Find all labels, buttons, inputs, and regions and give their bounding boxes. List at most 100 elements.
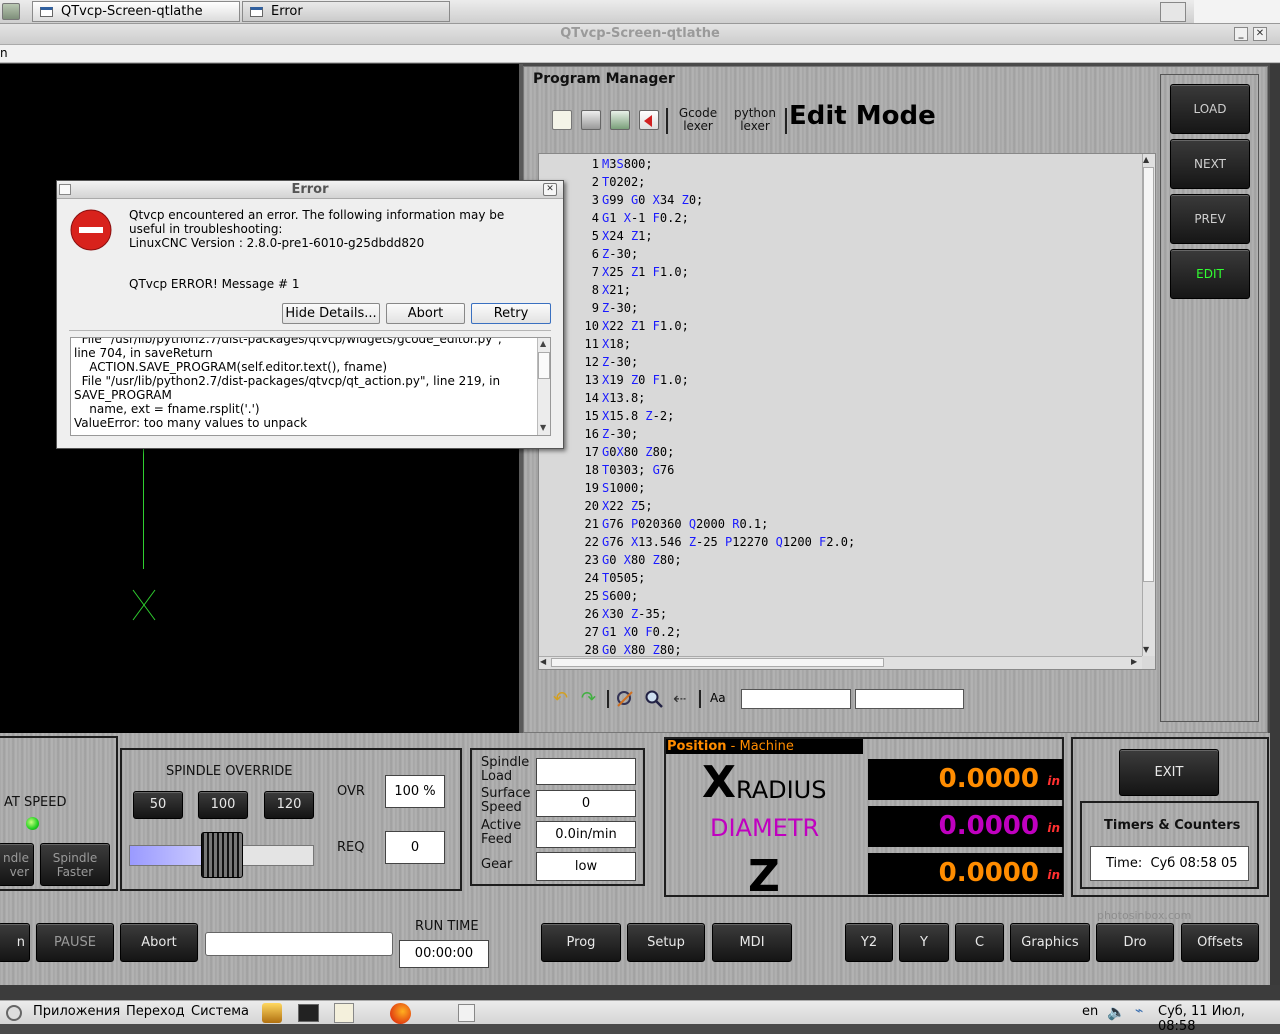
prev-button[interactable]: PREV <box>1170 194 1250 244</box>
code-line[interactable]: 19 S1000; <box>539 479 1145 497</box>
firefox-icon[interactable] <box>390 1003 411 1024</box>
keyboard-layout[interactable]: en <box>1082 1004 1098 1019</box>
dialog-close-icon[interactable]: ✕ <box>543 183 557 196</box>
edit-button[interactable]: EDIT <box>1170 249 1250 299</box>
code-line[interactable]: 14 X13.8; <box>539 389 1145 407</box>
code-line[interactable]: 5 X24 Z1; <box>539 227 1145 245</box>
cycle-start-button[interactable]: n <box>0 923 30 962</box>
hide-details-button[interactable]: Hide Details... <box>282 303 380 324</box>
code-line[interactable]: 1 M3S800; <box>539 155 1145 173</box>
code-line[interactable]: 26 X30 Z-35; <box>539 605 1145 623</box>
load-button[interactable]: LOAD <box>1170 84 1250 134</box>
graphics-button[interactable]: Graphics <box>1010 923 1090 962</box>
code-line[interactable]: 22 G76 X13.546 Z-25 P12270 Q1200 F2.0; <box>539 533 1145 551</box>
y-button[interactable]: Y <box>899 923 949 962</box>
save-icon[interactable] <box>610 110 630 130</box>
undo-icon[interactable]: ↶ <box>553 688 568 709</box>
y2-button[interactable]: Y2 <box>845 923 893 962</box>
code-line[interactable]: 11 X18; <box>539 335 1145 353</box>
abort-dialog-button[interactable]: Abort <box>386 303 465 324</box>
pause-button[interactable]: PAUSE <box>36 923 114 962</box>
code-line[interactable]: 13 X19 Z0 F1.0; <box>539 371 1145 389</box>
code-line[interactable]: 7 X25 Z1 F1.0; <box>539 263 1145 281</box>
menu-item-partial[interactable]: n <box>0 46 8 60</box>
details-scrollbar[interactable]: ▲ ▼ <box>537 338 550 435</box>
workspace-switcher-icon[interactable] <box>1160 2 1186 22</box>
retry-button[interactable]: Retry <box>471 303 551 324</box>
redo-icon[interactable]: ↷ <box>581 688 596 709</box>
gcode-editor[interactable]: 1 M3S800; 2 T0202; 3 G99 G0 X34 Z0; 4 G1 X-1 F0… <box>538 153 1156 670</box>
spindle-preset-100-button[interactable]: 100 <box>198 791 248 819</box>
code-line[interactable]: 18 T0303; G76 <box>539 461 1145 479</box>
c-button[interactable]: C <box>955 923 1004 962</box>
search-input[interactable] <box>741 689 851 709</box>
gcode-lexer-button[interactable]: Gcode lexer <box>672 107 724 133</box>
search-icon[interactable] <box>644 690 664 708</box>
new-file-icon[interactable] <box>552 110 572 130</box>
exit-button[interactable]: EXIT <box>1119 749 1219 796</box>
close-icon[interactable]: ✕ <box>1253 27 1267 41</box>
abort-button[interactable]: Abort <box>120 923 198 962</box>
spindle-slower-button[interactable]: ndle ver <box>0 843 34 886</box>
menu-places[interactable]: Переход <box>126 1004 185 1019</box>
code-line[interactable]: 3 G99 G0 X34 Z0; <box>539 191 1145 209</box>
mdi-button[interactable]: MDI <box>712 923 792 962</box>
search-replace-icon[interactable] <box>615 690 635 708</box>
dialog-menu-icon[interactable] <box>59 184 71 195</box>
code-line[interactable]: 9 Z-30; <box>539 299 1145 317</box>
network-icon[interactable]: ⌁ <box>1135 1003 1143 1019</box>
system-menu-icon[interactable] <box>6 1005 22 1021</box>
code-line[interactable]: 16 Z-30; <box>539 425 1145 443</box>
code-line[interactable]: 12 Z-30; <box>539 353 1145 371</box>
error-details-text[interactable]: File "/usr/lib/python2.7/dist-packages/q… <box>70 337 551 436</box>
dro-button[interactable]: Dro <box>1096 923 1174 962</box>
code-line[interactable]: 27 G1 X0 F0.2; <box>539 623 1145 641</box>
details-scroll-down-icon[interactable]: ▼ <box>540 423 546 432</box>
code-line[interactable]: 21 G76 P020360 Q2000 R0.1; <box>539 515 1145 533</box>
details-scroll-thumb[interactable] <box>538 352 550 379</box>
app-launcher-icon[interactable] <box>2 3 20 20</box>
launcher-icon[interactable] <box>262 1003 282 1023</box>
scroll-right-icon[interactable]: ▶ <box>1131 657 1137 666</box>
next-button[interactable]: NEXT <box>1170 139 1250 189</box>
scroll-up-icon[interactable]: ▲ <box>1143 155 1149 164</box>
scroll-left-icon[interactable]: ◀ <box>540 657 546 666</box>
volume-icon[interactable]: 🔈 <box>1107 1003 1126 1021</box>
search-previous-icon[interactable]: ⇠ <box>673 689 686 708</box>
code-line[interactable]: 24 T0505; <box>539 569 1145 587</box>
code-line[interactable]: 23 G0 X80 Z80; <box>539 551 1145 569</box>
menu-system[interactable]: Система <box>191 1004 249 1019</box>
spindle-preset-120-button[interactable]: 120 <box>264 791 314 819</box>
code-line[interactable]: 25 S600; <box>539 587 1145 605</box>
code-line[interactable]: 6 Z-30; <box>539 245 1145 263</box>
exit-editor-icon[interactable] <box>639 110 659 130</box>
code-line[interactable]: 10 X22 Z1 F1.0; <box>539 317 1145 335</box>
code-line[interactable]: 17 G0X80 Z80; <box>539 443 1145 461</box>
details-scroll-up-icon[interactable]: ▲ <box>540 339 546 348</box>
show-desktop-icon[interactable] <box>458 1004 475 1022</box>
replace-input[interactable] <box>855 689 964 709</box>
code-line[interactable]: 4 G1 X-1 F0.2; <box>539 209 1145 227</box>
prog-button[interactable]: Prog <box>541 923 621 962</box>
python-lexer-button[interactable]: python lexer <box>728 107 782 133</box>
match-case-toggle[interactable]: Aa <box>710 691 726 705</box>
code-line[interactable]: 8 X21; <box>539 281 1145 299</box>
taskbar-tab-qtvcp[interactable]: QTvcp-Screen-qtlathe <box>32 1 240 22</box>
spindle-preset-50-button[interactable]: 50 <box>133 791 183 819</box>
taskbar-tab-error[interactable]: Error <box>242 1 450 22</box>
setup-button[interactable]: Setup <box>627 923 705 962</box>
minimize-icon[interactable]: _ <box>1234 27 1248 41</box>
spindle-faster-button[interactable]: Spindle Faster <box>40 843 110 886</box>
print-icon[interactable] <box>581 110 601 130</box>
scroll-down-icon[interactable]: ▼ <box>1143 645 1149 654</box>
clock[interactable]: Суб, 11 Июл, 08:58 <box>1158 1004 1280 1034</box>
text-editor-icon[interactable] <box>334 1003 354 1023</box>
code-line[interactable]: 20 X22 Z5; <box>539 497 1145 515</box>
spindle-override-handle[interactable] <box>201 832 243 878</box>
terminal-icon[interactable] <box>298 1004 319 1022</box>
menu-applications[interactable]: Приложения <box>33 1004 120 1019</box>
offsets-button[interactable]: Offsets <box>1181 923 1259 962</box>
code-line[interactable]: 15 X15.8 Z-2; <box>539 407 1145 425</box>
editor-hscroll-thumb[interactable] <box>551 658 884 667</box>
code-line[interactable]: 2 T0202; <box>539 173 1145 191</box>
